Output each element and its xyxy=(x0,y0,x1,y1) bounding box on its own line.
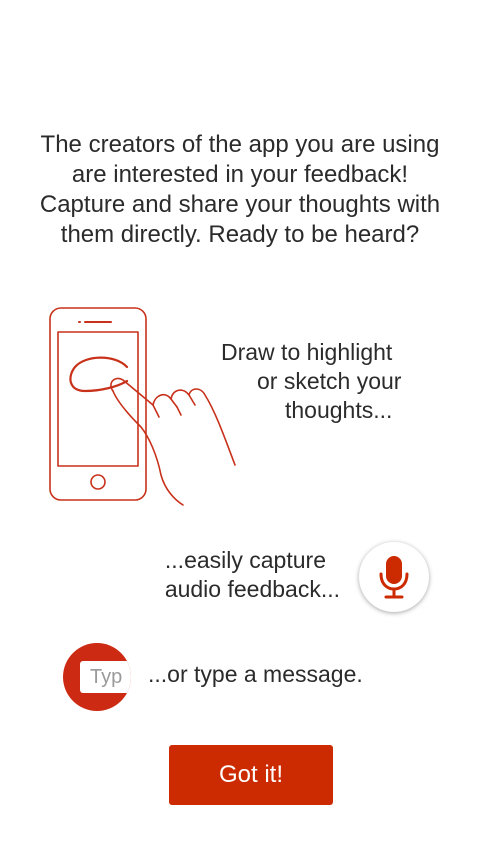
draw-line: Draw to highlight xyxy=(221,339,393,365)
intro-line: are interested in your feedback! xyxy=(71,161,409,188)
intro-line: them directly. Ready to be heard? xyxy=(60,221,420,248)
intro-line: The creators of the app you are using xyxy=(40,131,440,158)
draw-line: thoughts... xyxy=(285,397,393,423)
audio-line: audio feedback... xyxy=(164,576,340,602)
draw-line: or sketch your xyxy=(257,368,402,394)
audio-line: ...easily capture xyxy=(164,547,326,573)
draw-feature-text: Draw to highlight or sketch your thought… xyxy=(205,338,425,425)
microphone-icon xyxy=(359,542,429,612)
type-field-preview: Typ xyxy=(80,661,131,693)
intro-line: Capture and share your thoughts with xyxy=(39,191,441,218)
audio-feature-text: ...easily capture audio feedback... xyxy=(130,546,340,604)
got-it-button[interactable]: Got it! xyxy=(169,745,333,805)
text-field-icon: Typ xyxy=(63,643,131,711)
type-feature-text: ...or type a message. xyxy=(148,661,363,687)
intro-text: The creators of the app you are using ar… xyxy=(0,130,480,250)
